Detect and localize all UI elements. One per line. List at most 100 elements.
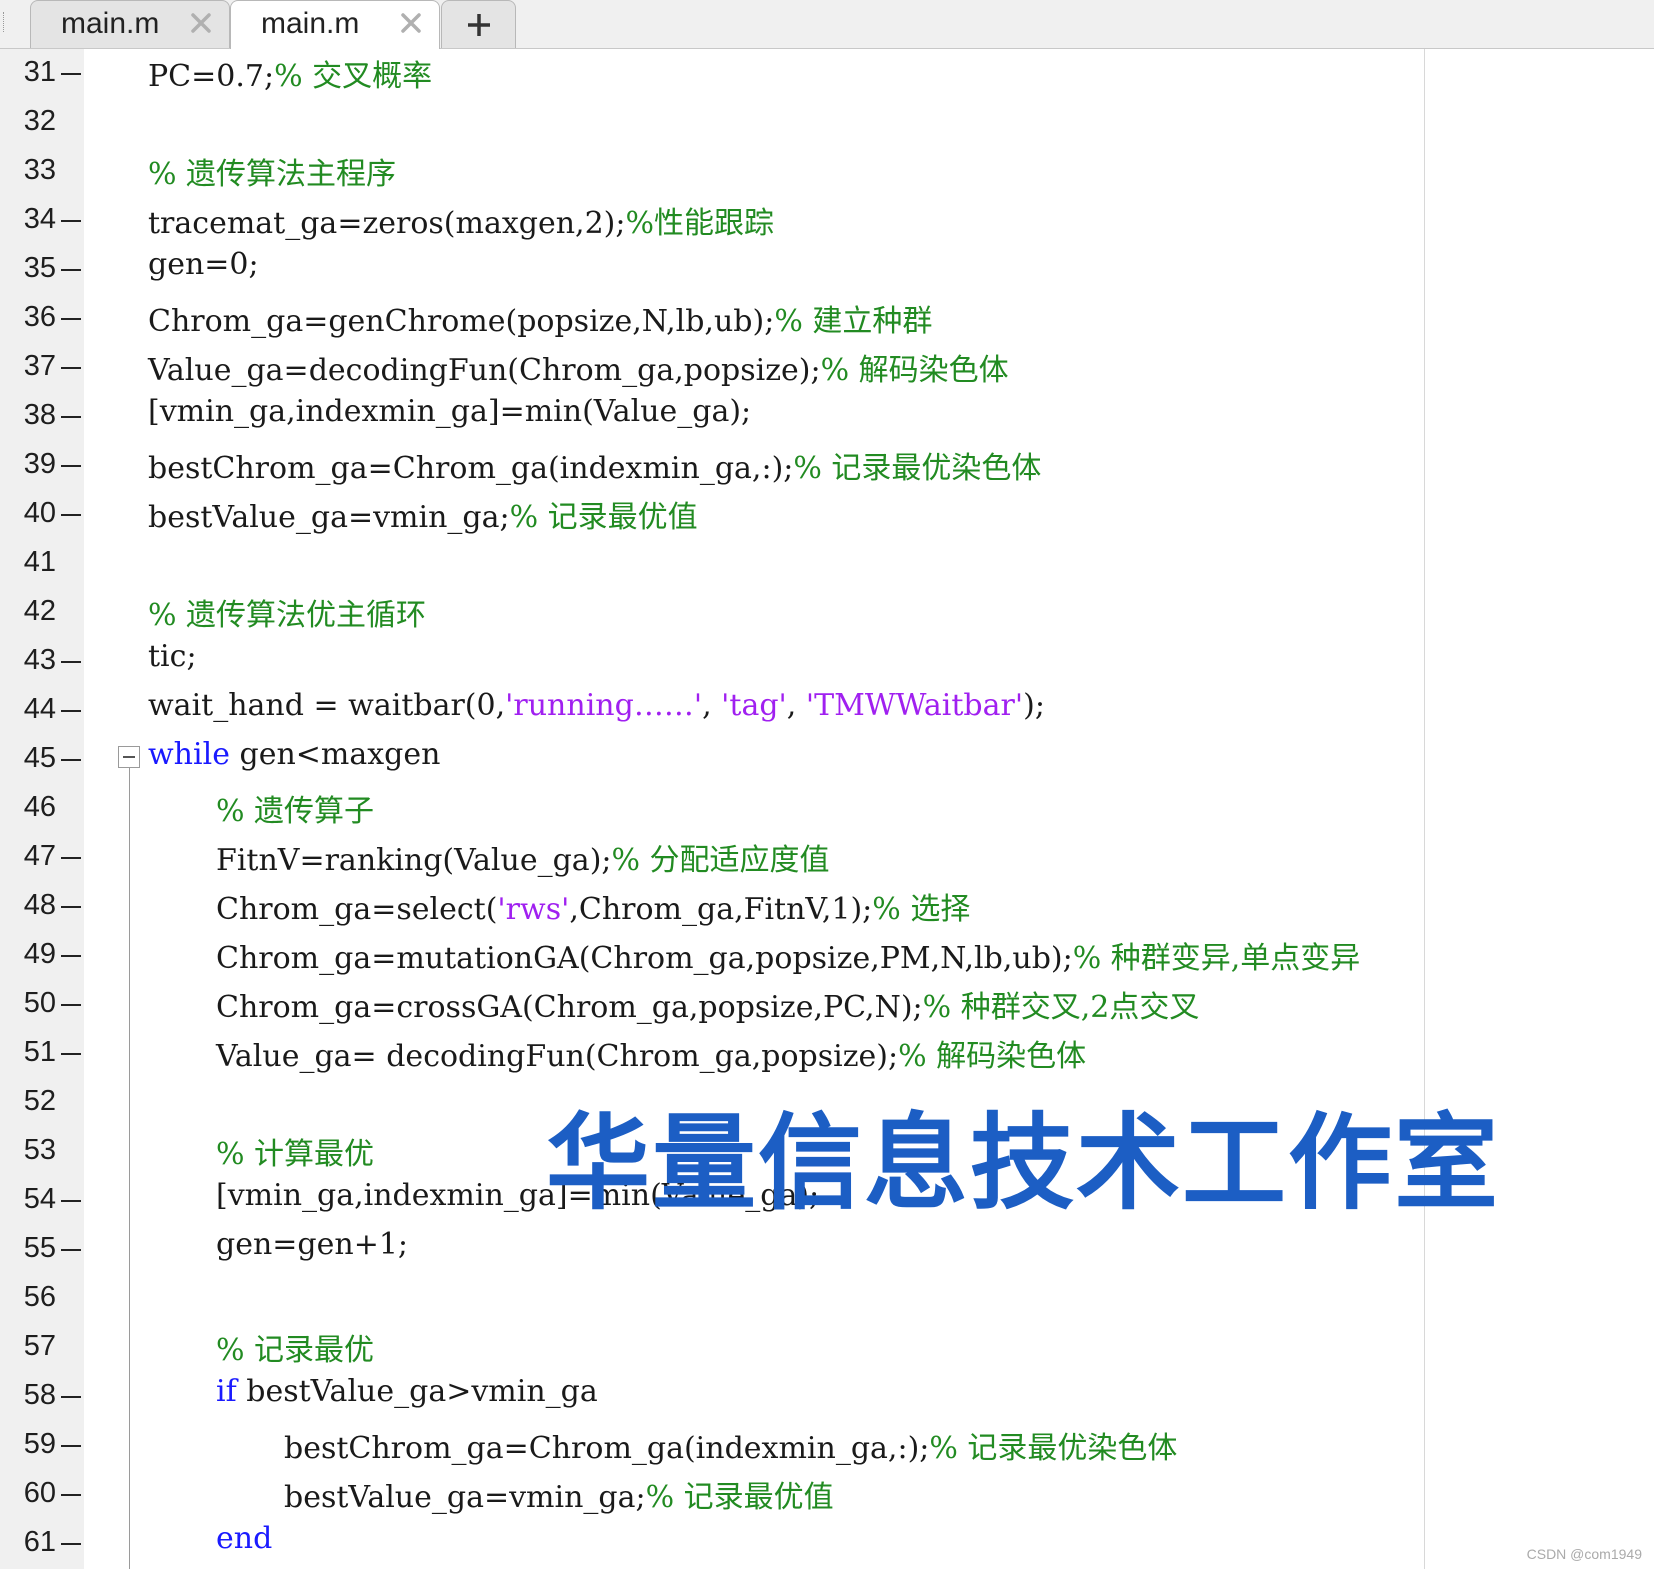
line-number[interactable]: 61 <box>0 1526 56 1559</box>
code-text[interactable]: if bestValue_ga>vmin_ga <box>216 1374 598 1409</box>
code-text[interactable]: Chrom_ga=mutationGA(Chrom_ga,popsize,PM,… <box>216 933 1360 977</box>
code-text[interactable]: bestValue_ga=vmin_ga;% 记录最优值 <box>284 1472 834 1516</box>
line-number[interactable]: 44 <box>0 693 56 726</box>
code-line[interactable]: 57 % 记录最优 <box>0 1323 1654 1372</box>
breakpoint-marker[interactable] <box>61 367 81 369</box>
breakpoint-marker[interactable] <box>61 1200 81 1202</box>
code-line[interactable]: 42 % 遗传算法优主循环 <box>0 588 1654 637</box>
code-text[interactable]: % 遗传算法优主循环 <box>148 590 426 634</box>
line-number[interactable]: 60 <box>0 1477 56 1510</box>
code-line[interactable]: 58 if bestValue_ga>vmin_ga <box>0 1372 1654 1421</box>
code-line[interactable]: 35 gen=0; <box>0 245 1654 294</box>
line-number[interactable]: 47 <box>0 840 56 873</box>
line-number[interactable]: 55 <box>0 1232 56 1265</box>
breakpoint-marker[interactable] <box>61 710 81 712</box>
code-line[interactable]: 55 gen=gen+1; <box>0 1225 1654 1274</box>
breakpoint-marker[interactable] <box>61 857 81 859</box>
line-number[interactable]: 31 <box>0 56 56 89</box>
code-line[interactable]: 56 <box>0 1274 1654 1323</box>
breakpoint-marker[interactable] <box>61 465 81 467</box>
code-text[interactable]: wait_hand = waitbar(0,'running……', 'tag'… <box>148 688 1045 723</box>
line-number[interactable]: 36 <box>0 301 56 334</box>
code-text[interactable]: [vmin_ga,indexmin_ga]=min(Value_ga); <box>148 394 751 429</box>
breakpoint-marker[interactable] <box>61 1543 81 1545</box>
code-text[interactable]: tracemat_ga=zeros(maxgen,2);%性能跟踪 <box>148 198 774 242</box>
line-number[interactable]: 54 <box>0 1183 56 1216</box>
code-line[interactable]: 47 FitnV=ranking(Value_ga);% 分配适应度值 <box>0 833 1654 882</box>
code-line[interactable]: 33 % 遗传算法主程序 <box>0 147 1654 196</box>
line-number[interactable]: 48 <box>0 889 56 922</box>
code-line[interactable]: 50 Chrom_ga=crossGA(Chrom_ga,popsize,PC,N… <box>0 980 1654 1029</box>
line-number[interactable]: 42 <box>0 595 56 628</box>
breakpoint-marker[interactable] <box>61 1445 81 1447</box>
code-line[interactable]: 41 <box>0 539 1654 588</box>
tab-main-m-2[interactable]: main.m <box>230 0 440 49</box>
line-number[interactable]: 41 <box>0 546 56 579</box>
code-text[interactable]: end <box>216 1521 272 1556</box>
breakpoint-marker[interactable] <box>61 661 81 663</box>
breakpoint-marker[interactable] <box>61 220 81 222</box>
line-number[interactable]: 50 <box>0 987 56 1020</box>
code-text[interactable]: bestChrom_ga=Chrom_ga(indexmin_ga,:);% 记… <box>148 443 1041 487</box>
code-line[interactable]: 39 bestChrom_ga=Chrom_ga(indexmin_ga,:);%… <box>0 441 1654 490</box>
tab-main-m-1[interactable]: main.m <box>30 0 230 48</box>
close-icon[interactable] <box>189 11 213 35</box>
code-text[interactable]: tic; <box>148 639 197 674</box>
line-number[interactable]: 52 <box>0 1085 56 1118</box>
breakpoint-marker[interactable] <box>61 759 81 761</box>
code-text[interactable]: PC=0.7;% 交叉概率 <box>148 51 432 95</box>
line-number[interactable]: 56 <box>0 1281 56 1314</box>
code-line[interactable]: 48 Chrom_ga=select('rws',Chrom_ga,FitnV,1… <box>0 882 1654 931</box>
code-line[interactable]: 34 tracemat_ga=zeros(maxgen,2);%性能跟踪 <box>0 196 1654 245</box>
breakpoint-marker[interactable] <box>61 416 81 418</box>
breakpoint-marker[interactable] <box>61 514 81 516</box>
code-line[interactable]: 61 end <box>0 1519 1654 1568</box>
line-number[interactable]: 33 <box>0 154 56 187</box>
code-line[interactable]: 32 <box>0 98 1654 147</box>
code-text[interactable]: Value_ga= decodingFun(Chrom_ga,popsize);… <box>216 1031 1086 1075</box>
close-icon[interactable] <box>399 11 423 35</box>
line-number[interactable]: 40 <box>0 497 56 530</box>
breakpoint-marker[interactable] <box>61 1396 81 1398</box>
code-line[interactable]: 31 PC=0.7;% 交叉概率 <box>0 49 1654 98</box>
code-line[interactable]: 51 Value_ga= decodingFun(Chrom_ga,popsize… <box>0 1029 1654 1078</box>
code-text[interactable]: gen=gen+1; <box>216 1227 408 1262</box>
code-text[interactable]: % 计算最优 <box>216 1129 374 1173</box>
breakpoint-marker[interactable] <box>61 955 81 957</box>
code-text[interactable]: Chrom_ga=select('rws',Chrom_ga,FitnV,1);… <box>216 884 970 928</box>
line-number[interactable]: 43 <box>0 644 56 677</box>
breakpoint-marker[interactable] <box>61 1004 81 1006</box>
new-tab-button[interactable] <box>441 0 516 48</box>
breakpoint-marker[interactable] <box>61 269 81 271</box>
code-text[interactable]: % 记录最优 <box>216 1325 374 1369</box>
code-text[interactable]: bestChrom_ga=Chrom_ga(indexmin_ga,:);% 记… <box>284 1423 1177 1467</box>
code-text[interactable]: Chrom_ga=crossGA(Chrom_ga,popsize,PC,N);… <box>216 982 1199 1026</box>
line-number[interactable]: 32 <box>0 105 56 138</box>
code-line[interactable]: 36 Chrom_ga=genChrome(popsize,N,lb,ub);% … <box>0 294 1654 343</box>
line-number[interactable]: 34 <box>0 203 56 236</box>
breakpoint-marker[interactable] <box>61 318 81 320</box>
line-number[interactable]: 46 <box>0 791 56 824</box>
code-text[interactable]: gen=0; <box>148 247 259 282</box>
tab-bar-grip[interactable] <box>3 12 7 32</box>
code-line[interactable]: 45 while gen<maxgen <box>0 735 1654 784</box>
line-number[interactable]: 49 <box>0 938 56 971</box>
line-number[interactable]: 37 <box>0 350 56 383</box>
line-number[interactable]: 51 <box>0 1036 56 1069</box>
code-line[interactable]: 46 % 遗传算子 <box>0 784 1654 833</box>
code-line[interactable]: 59 bestChrom_ga=Chrom_ga(indexmin_ga,:);%… <box>0 1421 1654 1470</box>
code-line[interactable]: 37 Value_ga=decodingFun(Chrom_ga,popsize)… <box>0 343 1654 392</box>
code-line[interactable]: 49 Chrom_ga=mutationGA(Chrom_ga,popsize,P… <box>0 931 1654 980</box>
line-number[interactable]: 59 <box>0 1428 56 1461</box>
code-text[interactable]: % 遗传算子 <box>216 786 374 830</box>
code-text[interactable]: Chrom_ga=genChrome(popsize,N,lb,ub);% 建立… <box>148 296 932 340</box>
line-number[interactable]: 58 <box>0 1379 56 1412</box>
code-text[interactable]: % 遗传算法主程序 <box>148 149 396 193</box>
fold-toggle-icon[interactable] <box>118 746 140 768</box>
line-number[interactable]: 38 <box>0 399 56 432</box>
breakpoint-marker[interactable] <box>61 1494 81 1496</box>
line-number[interactable]: 35 <box>0 252 56 285</box>
code-text[interactable]: bestValue_ga=vmin_ga;% 记录最优值 <box>148 492 698 536</box>
code-line[interactable]: 40 bestValue_ga=vmin_ga;% 记录最优值 <box>0 490 1654 539</box>
code-line[interactable]: 43 tic; <box>0 637 1654 686</box>
